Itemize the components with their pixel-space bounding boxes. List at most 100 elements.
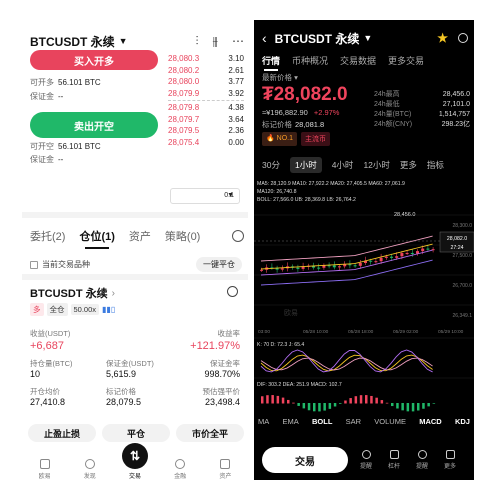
latest-price-label[interactable]: 最新价格 ▾ [262, 72, 298, 83]
candle-body [369, 260, 373, 262]
orderbook-row[interactable]: 28,075.4 0.00 [168, 137, 244, 149]
macd-bar [318, 403, 321, 412]
macd-bar [339, 403, 342, 404]
tab-market[interactable]: 行情 [262, 54, 280, 71]
history-icon[interactable] [232, 230, 244, 242]
position-symbol[interactable]: BTCUSDT 永续 › [30, 285, 115, 301]
indicator-option[interactable]: VOLUME [374, 417, 406, 426]
candle-chart-icon[interactable]: ⫶ [195, 34, 198, 49]
timeframe-option[interactable]: 30分 [262, 159, 280, 171]
timeframe-option[interactable]: 1小时 [289, 157, 322, 173]
coin-badges: 🔥 NO.1 主流币 [262, 132, 331, 146]
pnl-label: 收益(USDT) [30, 329, 71, 338]
nav-alert-label: 提醒 [359, 464, 372, 470]
macd-bar [391, 403, 394, 407]
market-symbol-title[interactable]: BTCUSDT 永续 [275, 30, 360, 47]
orderbook-price: 28,079.7 [168, 114, 200, 124]
trade-button[interactable]: 交易 [262, 447, 348, 473]
buy-long-button[interactable]: 买入开多 [30, 50, 158, 70]
indicator-option[interactable]: KDJ [455, 417, 470, 426]
caret-down-icon[interactable]: ▼ [119, 36, 128, 46]
orderbook-qty: 3.77 [228, 77, 244, 86]
caret-down-icon[interactable]: ▼ [363, 33, 372, 43]
orderbook-row[interactable]: 28,080.0 3.77 [168, 76, 244, 88]
nav-remind[interactable]: 提醒 [412, 450, 432, 470]
macd-bar [417, 403, 420, 411]
buy-margin-label: 保证金 [30, 92, 54, 101]
orderbook-qty: 4.38 [228, 103, 244, 112]
margin-mode-badge: 全仓 [46, 303, 68, 316]
orderbook-row[interactable]: 28,080.3 3.10 [168, 53, 244, 65]
macd-bar [370, 395, 373, 404]
more-icon[interactable]: ⋯ [232, 34, 244, 49]
tab-coin-overview[interactable]: 币种概况 [292, 54, 328, 67]
macd-bar [287, 399, 290, 404]
macd-bar [292, 402, 295, 404]
orderbook-qty: 0.00 [228, 137, 244, 147]
indicator-option[interactable]: SAR [346, 417, 361, 426]
nav-home[interactable]: 欧易 [30, 459, 60, 480]
nav-discover[interactable]: 发现 [75, 459, 105, 480]
macd-bar [281, 397, 285, 404]
current-symbol-checkbox[interactable] [30, 260, 38, 269]
tp-sl-button[interactable]: 止盈止损 [28, 424, 96, 442]
nav-more[interactable]: 更多 [440, 450, 460, 470]
share-icon[interactable] [227, 286, 238, 297]
orderbook-qty: 2.36 [228, 126, 244, 135]
leverage-badge[interactable]: 50.00x [70, 304, 100, 315]
orderbook-row[interactable]: 28,079.5 2.36 [168, 125, 244, 137]
close-all-button[interactable]: 一键平仓 [196, 257, 242, 272]
bottom-nav: 欧易 发现 ⇅ 交易 金融 资产 [22, 443, 248, 480]
indicator-option[interactable]: MA [258, 417, 269, 426]
kline-chart[interactable]: MA5: 28,120.9 MA10: 27,922.2 MA20: 27,40… [254, 175, 474, 415]
current-symbol-label: 当前交易品种 [42, 260, 90, 269]
depth-select[interactable]: 0.1 ▼ [170, 188, 240, 204]
nav-finance[interactable]: 金融 [165, 459, 195, 480]
position-symbol-label: BTCUSDT 永续 [30, 288, 108, 300]
timeframe-option[interactable]: 更多 [400, 159, 417, 171]
sell-available-value: 56.101 BTC [58, 142, 101, 151]
indicator-option[interactable]: MACD [419, 417, 442, 426]
y-tick-label: 26,349.1 [453, 313, 473, 319]
favorite-star-icon[interactable]: ★ [437, 31, 448, 45]
back-arrow-icon[interactable]: ‹ [262, 30, 267, 46]
share-icon[interactable] [458, 33, 468, 43]
tab-more-trading[interactable]: 更多交易 [388, 54, 424, 67]
candle-body [410, 252, 414, 254]
nav-assets[interactable]: 资产 [210, 459, 240, 480]
timeframe-option[interactable]: 4小时 [332, 159, 354, 171]
buy-available-value: 56.101 BTC [58, 78, 101, 87]
timeframe-option[interactable]: 12小时 [363, 159, 389, 171]
tab-orders[interactable]: 委托(2) [30, 228, 65, 244]
chevron-down-icon: ▾ [294, 73, 298, 82]
sell-available: 可开空 56.101 BTC [30, 141, 101, 152]
tab-trade-data[interactable]: 交易数据 [340, 54, 376, 67]
price-change: +2.97% [313, 108, 340, 117]
sell-short-button[interactable]: 卖出开空 [30, 112, 158, 138]
tab-strategies[interactable]: 策略(0) [165, 228, 200, 244]
symbol-title[interactable]: BTCUSDT 永续 [30, 33, 115, 50]
orderbook-row[interactable]: 28,080.2 2.61 [168, 65, 244, 77]
buy-available: 可开多 56.101 BTC [30, 77, 101, 88]
nav-alert[interactable]: 提醒 [356, 450, 376, 470]
stat-value: 28,456.0 [442, 91, 470, 98]
candle-body [426, 248, 430, 250]
tab-assets[interactable]: 资产 [129, 228, 151, 244]
stat-label: 24h额(CNY) [374, 121, 413, 128]
indicator-option[interactable]: EMA [282, 417, 298, 426]
macd-bar [380, 400, 384, 404]
k-line-icon[interactable]: ⫵ [212, 34, 218, 49]
kdj-legend: K: 70 D: 72.3 J: 65.4 [257, 342, 304, 348]
orderbook-row[interactable]: 28,079.8 4.38 [168, 102, 244, 114]
orderbook-row[interactable]: 28,079.7 3.64 [168, 114, 244, 126]
candle-body [379, 257, 383, 262]
close-position-button[interactable]: 平仓 [102, 424, 170, 442]
timeframe-option[interactable]: 指标 [427, 159, 444, 171]
orderbook-qty: 2.61 [228, 65, 244, 75]
market-close-all-button[interactable]: 市价全平 [176, 424, 244, 442]
orderbook-row[interactable]: 28,079.9 3.92 [168, 88, 244, 100]
nav-leverage[interactable]: 杠杆 [384, 450, 404, 470]
nav-trade[interactable]: ⇅ 交易 [120, 443, 150, 480]
indicator-option[interactable]: BOLL [312, 417, 332, 426]
tab-positions[interactable]: 仓位(1) [79, 228, 115, 249]
